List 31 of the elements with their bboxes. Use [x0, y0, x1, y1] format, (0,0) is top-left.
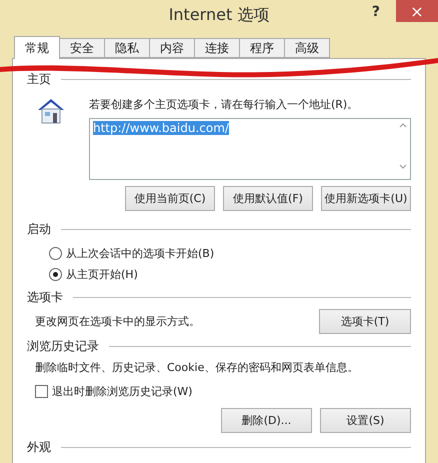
section-heading: 选项卡	[27, 288, 63, 306]
window-title: Internet 选项	[168, 4, 270, 26]
tab[interactable]: 常规	[14, 36, 60, 59]
tab[interactable]: 高级	[284, 38, 330, 58]
section-heading: 浏览历史记录	[27, 338, 99, 354]
description-text: 更改网页在选项卡中的显示方式。	[35, 314, 200, 329]
checkbox-label: 退出时删除浏览历史记录(W)	[52, 384, 192, 399]
home-page-button[interactable]: 使用默认值(F)	[223, 186, 313, 211]
home-page-button[interactable]: 使用当前页(C)	[125, 186, 215, 211]
house-icon	[36, 97, 66, 125]
tab[interactable]: 内容	[149, 38, 195, 58]
radio-button[interactable]	[49, 268, 62, 281]
section-heading: 启动	[27, 220, 51, 238]
tab[interactable]: 隐私	[104, 38, 150, 58]
close-button[interactable]: ×	[396, 0, 438, 22]
history-button[interactable]: 删除(D)...	[221, 408, 312, 433]
history-button[interactable]: 设置(S)	[320, 408, 411, 433]
section-heading: 外观	[27, 438, 51, 456]
section-heading: 主页	[27, 70, 51, 88]
instruction-text: 若要创建多个主页选项卡，请在每行输入一个地址(R)。	[89, 97, 360, 112]
radio-button[interactable]	[49, 247, 62, 260]
tab[interactable]: 连接	[194, 38, 240, 58]
radio-label: 从主页开始(H)	[66, 267, 138, 282]
checkbox[interactable]	[35, 385, 48, 398]
description-text: 删除临时文件、历史记录、Cookie、保存的密码和网页表单信息。	[35, 361, 358, 374]
radio-label: 从上次会话中的选项卡开始(B)	[66, 246, 214, 261]
tabs-settings-button[interactable]: 选项卡(T)	[319, 309, 411, 334]
help-button[interactable]: ?	[366, 2, 386, 22]
home-page-button[interactable]: 使用新选项卡(U)	[321, 186, 411, 211]
tab[interactable]: 程序	[239, 38, 285, 58]
tab[interactable]: 安全	[59, 38, 105, 58]
